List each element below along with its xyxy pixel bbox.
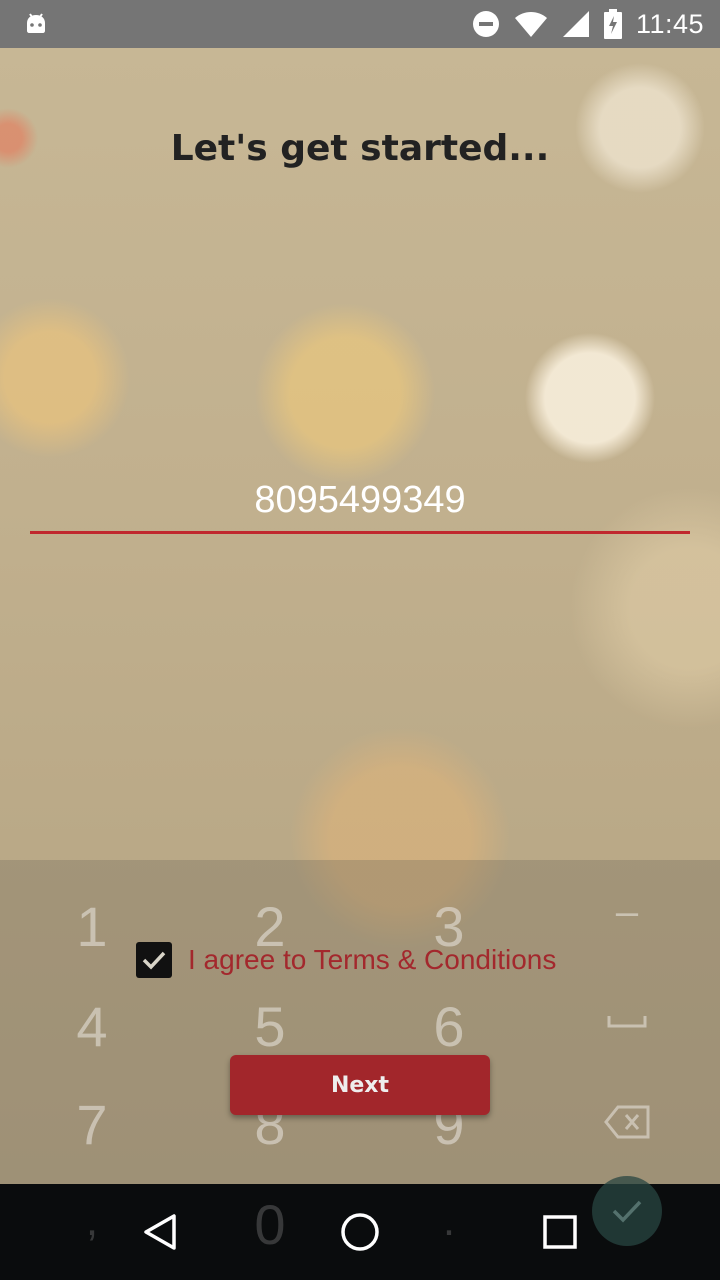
back-button[interactable]: [120, 1184, 200, 1280]
space-key-icon[interactable]: [607, 1014, 647, 1028]
next-button[interactable]: Next: [230, 1055, 490, 1115]
backspace-key-icon[interactable]: [604, 1105, 650, 1139]
status-time: 11:45: [635, 8, 704, 39]
do-not-disturb-icon: [472, 11, 499, 37]
key-5[interactable]: 5: [240, 994, 300, 1059]
recents-square-icon: [543, 1215, 577, 1249]
numeric-keyboard: 1 2 3 – 4 5 6 7 8 9: [0, 860, 720, 1184]
status-bar: 11:45: [0, 0, 720, 48]
page-title: Let's get started...: [170, 128, 550, 169]
status-icons: 11:45: [472, 0, 704, 48]
terms-checkbox[interactable]: [136, 942, 172, 978]
terms-label[interactable]: I agree to Terms & Conditions: [188, 944, 556, 976]
key-0[interactable]: 0: [240, 1192, 300, 1257]
key-6[interactable]: 6: [419, 994, 479, 1059]
keyboard-done-button[interactable]: [592, 1176, 662, 1246]
key-1[interactable]: 1: [62, 894, 122, 959]
battery-charging-icon: [603, 9, 622, 39]
check-icon: [142, 951, 166, 970]
cell-signal-icon: [562, 11, 589, 37]
key-7[interactable]: 7: [62, 1092, 122, 1157]
android-debug-icon: [27, 13, 45, 33]
terms-row[interactable]: I agree to Terms & Conditions: [136, 940, 556, 980]
key-comma[interactable]: ,: [62, 1196, 122, 1246]
back-triangle-icon: [144, 1214, 176, 1250]
key-period[interactable]: .: [419, 1196, 479, 1246]
recents-button[interactable]: [520, 1184, 600, 1280]
screen: 11:45 Let's get started... 1 2 3 – 4 5 6…: [0, 0, 720, 1280]
done-check-icon: [612, 1200, 642, 1223]
home-button[interactable]: [320, 1184, 400, 1280]
key-minus[interactable]: –: [597, 890, 657, 935]
home-circle-icon: [341, 1213, 379, 1251]
wifi-icon: [514, 12, 547, 37]
key-4[interactable]: 4: [62, 994, 122, 1059]
phone-number-input[interactable]: [30, 470, 690, 534]
